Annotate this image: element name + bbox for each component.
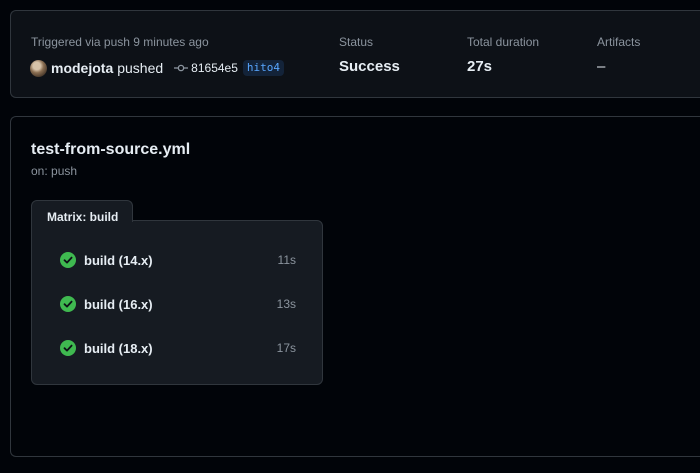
artifacts-value: –	[597, 58, 606, 75]
branch-badge[interactable]: hito4	[242, 60, 285, 76]
status-value: Success	[339, 58, 400, 75]
job-name: build (14.x)	[84, 252, 153, 268]
status-label: Status	[339, 35, 374, 49]
trigger-text: Triggered via push 9 minutes ago	[31, 35, 209, 49]
matrix-group: build (14.x) 11s build (16.x) 13s build …	[31, 220, 323, 385]
check-circle-icon	[60, 340, 76, 356]
commit-sha-link[interactable]: 81654e5	[191, 61, 238, 75]
workflow-file-title: test-from-source.yml	[31, 141, 191, 158]
job-name: build (16.x)	[84, 296, 153, 312]
commit-icon	[174, 64, 189, 72]
run-summary-panel: Triggered via push 9 minutes ago modejot…	[10, 10, 700, 98]
workflow-trigger: on: push	[31, 164, 78, 178]
job-build-16[interactable]: build (16.x) 13s	[60, 294, 296, 314]
workflow-graph-panel: test-from-source.yml on: push Matrix: bu…	[10, 116, 700, 457]
actor-name[interactable]: modejota	[51, 60, 113, 76]
job-duration: 17s	[276, 341, 296, 355]
job-build-14[interactable]: build (14.x) 11s	[60, 250, 296, 270]
check-circle-icon	[60, 296, 76, 312]
job-name: build (18.x)	[84, 340, 153, 356]
job-duration: 13s	[276, 297, 296, 311]
duration-label: Total duration	[467, 35, 540, 49]
job-build-18[interactable]: build (18.x) 17s	[60, 338, 296, 358]
duration-value: 27s	[467, 58, 493, 75]
job-duration: 11s	[277, 253, 296, 267]
check-circle-icon	[60, 252, 76, 268]
actor-row: modejota pushed 81654e5 hito4	[30, 58, 285, 78]
matrix-label: Matrix: build	[31, 200, 133, 224]
artifacts-label: Artifacts	[597, 35, 641, 49]
avatar[interactable]	[30, 59, 47, 77]
action-text: pushed	[117, 60, 164, 76]
